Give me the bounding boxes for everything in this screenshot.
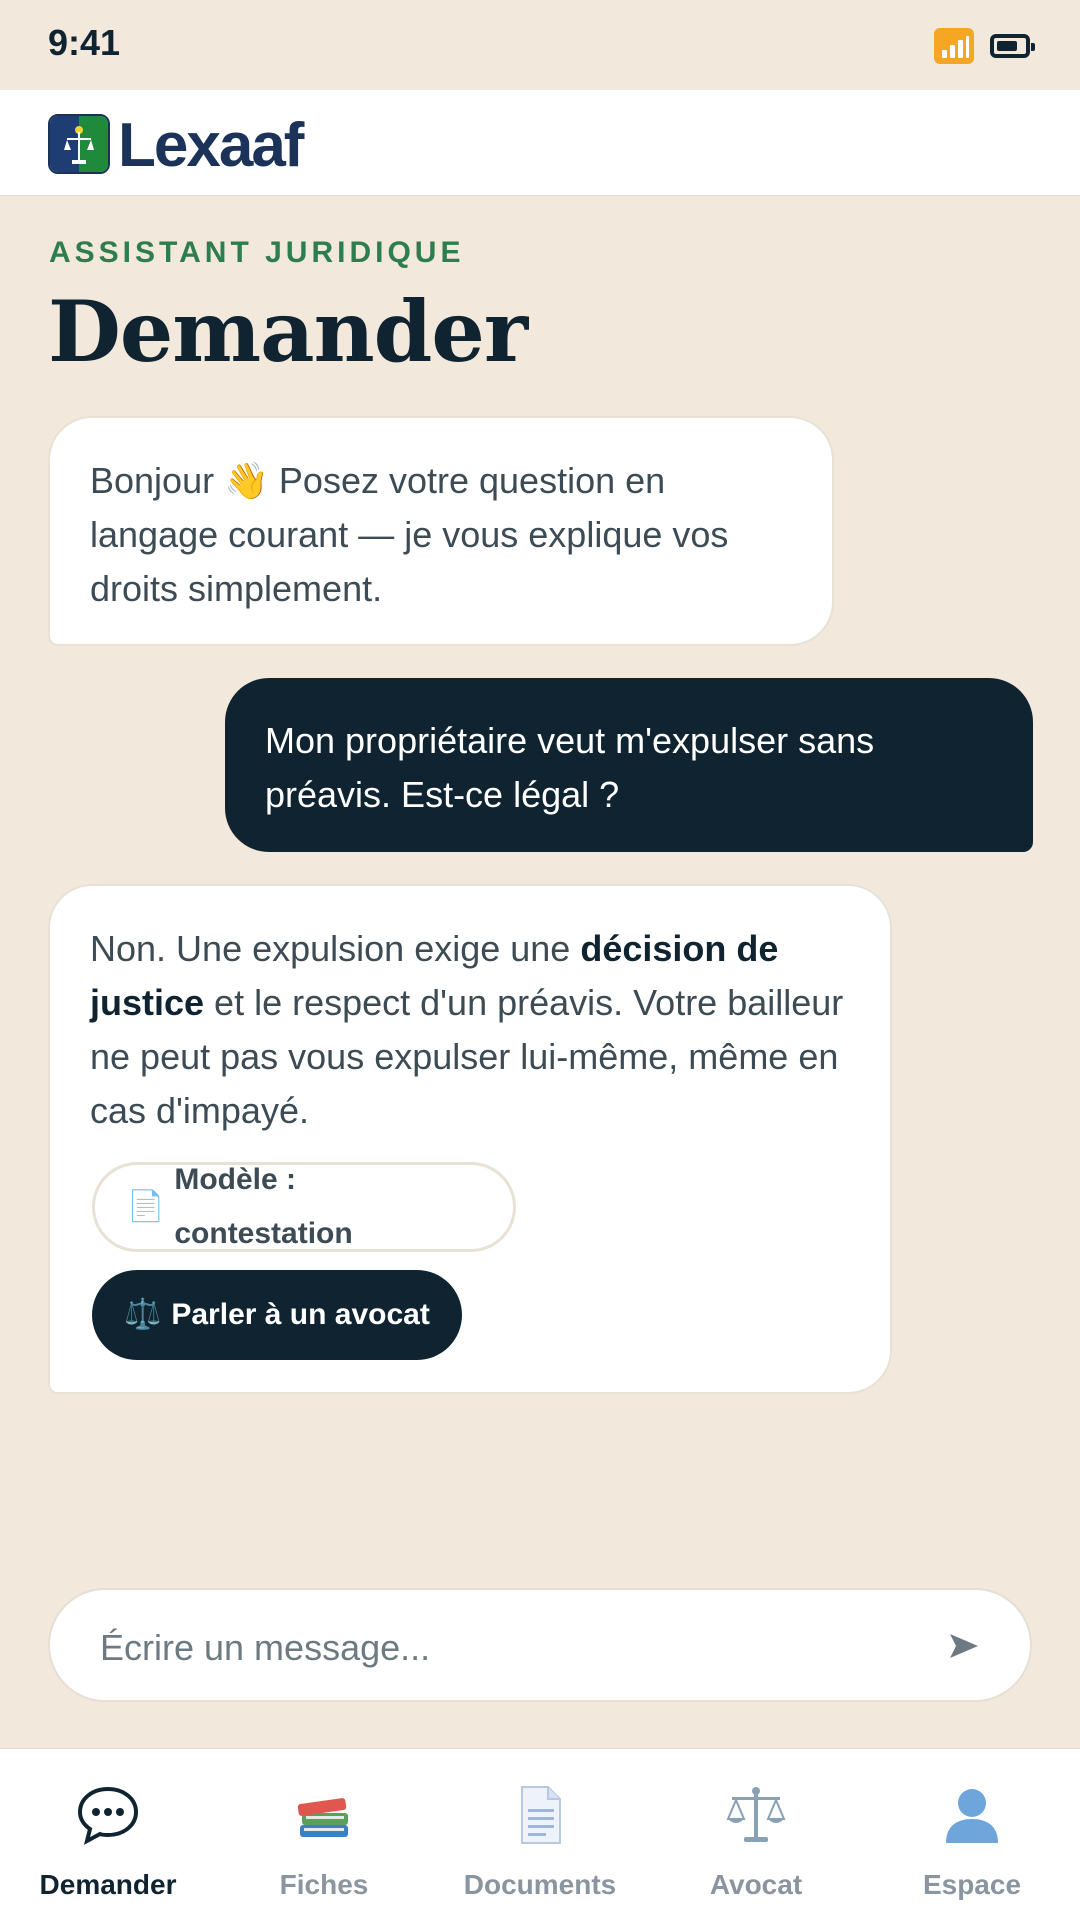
page-title: Demander [48, 282, 528, 381]
template-contestation-button[interactable]: 📄 Modèle : contestation [92, 1162, 516, 1252]
battery-icon [990, 34, 1035, 58]
chip-label: Modèle : contestation [174, 1163, 353, 1250]
status-time: 9:41 [48, 22, 121, 63]
nav-label: Demander [39, 1869, 177, 1900]
nav-label: Documents [463, 1869, 617, 1900]
signal-icon [934, 28, 974, 64]
message-text: Non. Une expulsion exige une décision de… [90, 928, 844, 1131]
bottom-nav: Demander Fiches Documents Avocat Espace [0, 1748, 1080, 1921]
message-input[interactable] [98, 1620, 922, 1676]
send-icon[interactable] [942, 1624, 986, 1668]
nav-label: Espace [922, 1869, 1022, 1900]
brand-name: Lexaaf [118, 111, 304, 180]
assistant-message: Bonjour 👋 Posez votre question en langag… [48, 416, 834, 646]
message-text: Bonjour 👋 Posez votre question en langag… [90, 460, 729, 609]
status-bar [0, 0, 1080, 90]
message-text: Mon propriétaire veut m'expulser sans pr… [265, 720, 875, 815]
nav-label: Fiches [279, 1869, 369, 1900]
nav-item-demander[interactable]: Demander [0, 1749, 216, 1921]
user-icon [946, 1789, 998, 1843]
document-icon: 📄 [127, 1190, 165, 1223]
document-icon [521, 1786, 561, 1844]
section-kicker: ASSISTANT JURIDIQUE [49, 236, 465, 269]
nav-item-fiches[interactable]: Fiches [216, 1749, 432, 1921]
app-header: Lexaaf [0, 90, 1080, 196]
nav-item-documents[interactable]: Documents [432, 1749, 648, 1921]
talk-to-lawyer-button[interactable]: ⚖️ Parler à un avocat [92, 1270, 462, 1360]
logo-icon [48, 114, 110, 174]
books-icon [297, 1798, 348, 1837]
chip-label: Parler à un avocat [171, 1298, 430, 1331]
scales-icon [726, 1787, 786, 1842]
nav-label: Avocat [709, 1869, 803, 1900]
assistant-message: Non. Une expulsion exige une décision de… [48, 884, 892, 1394]
scales-icon: ⚖️ [124, 1298, 162, 1331]
nav-item-espace[interactable]: Espace [864, 1749, 1080, 1921]
chat-bubble-icon [77, 1786, 139, 1845]
nav-item-avocat[interactable]: Avocat [648, 1749, 864, 1921]
message-composer [48, 1588, 1032, 1702]
user-message: Mon propriétaire veut m'expulser sans pr… [225, 678, 1033, 852]
